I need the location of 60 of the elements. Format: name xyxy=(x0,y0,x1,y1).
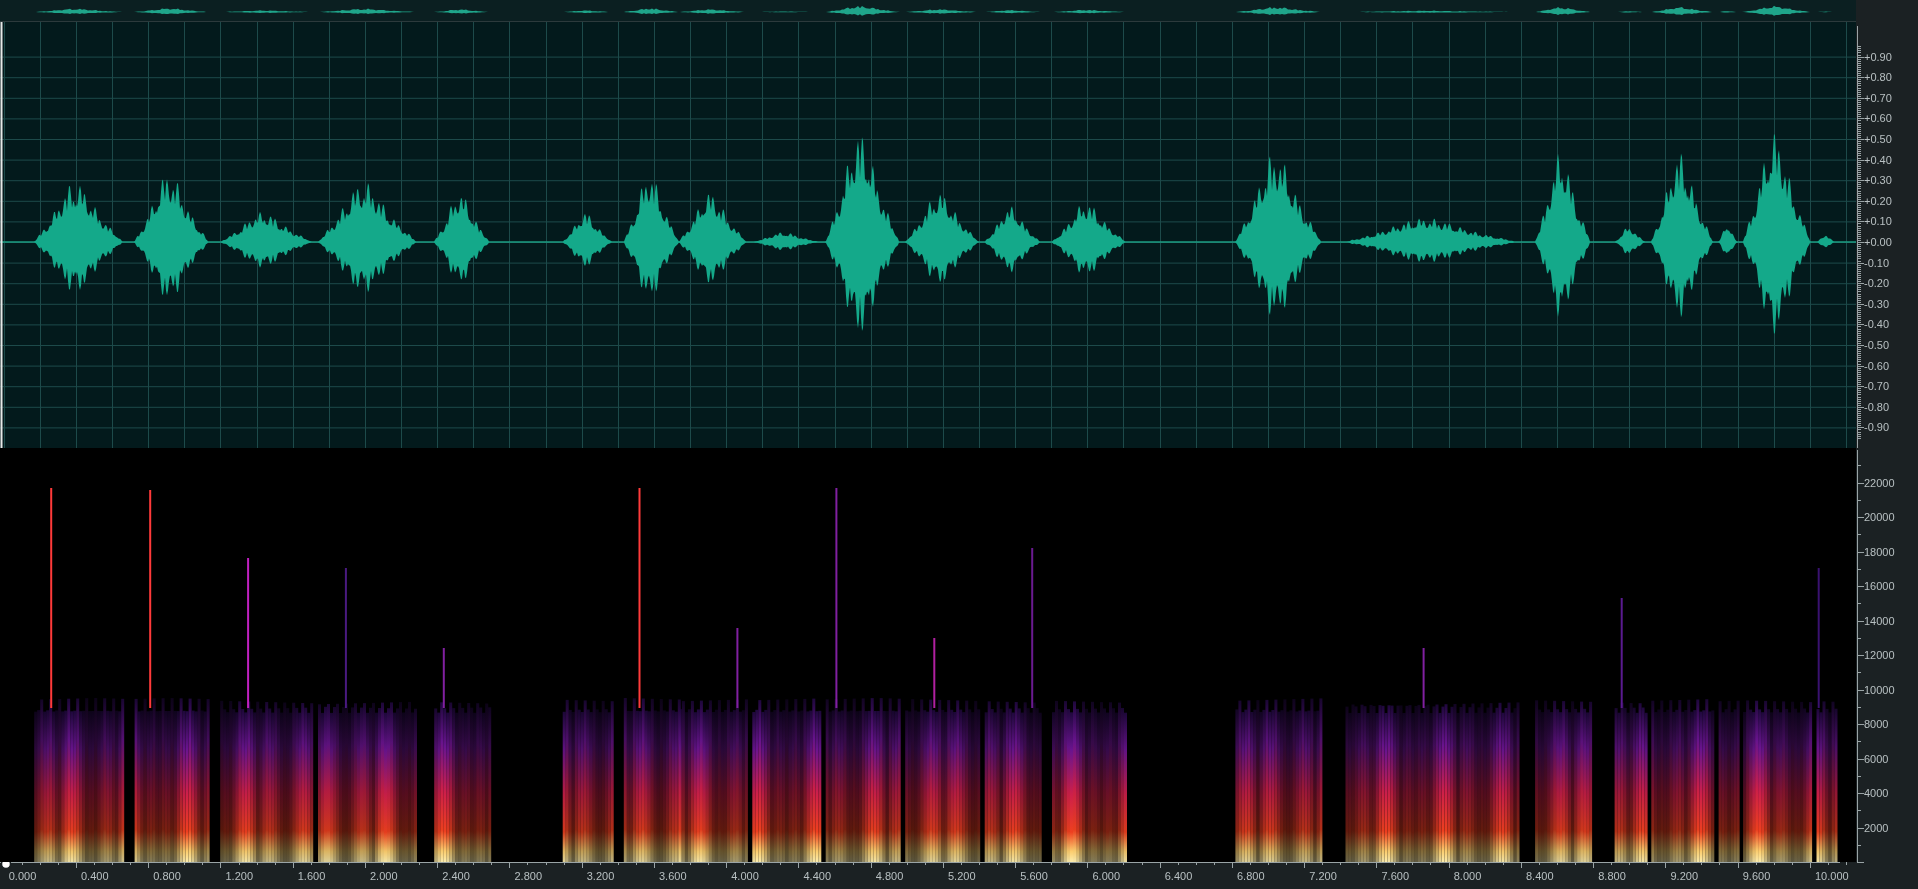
time-label: 10.000 xyxy=(1815,870,1849,883)
frequency-label: 4000 xyxy=(1864,787,1889,800)
amplitude-label: +0.60 xyxy=(1864,112,1892,126)
amplitude-label: -0.40 xyxy=(1864,318,1890,332)
time-label: 9.200 xyxy=(1670,870,1699,883)
amplitude-label: -0.10 xyxy=(1864,256,1890,270)
frequency-label: 22000 xyxy=(1864,476,1895,490)
amplitude-label: +0.40 xyxy=(1864,153,1892,167)
amplitude-label: -0.70 xyxy=(1864,380,1890,394)
time-label: 7.600 xyxy=(1381,870,1410,883)
time-label: 8.400 xyxy=(1526,870,1554,883)
time-label: 6.400 xyxy=(1164,870,1193,883)
time-label: 4.400 xyxy=(803,870,832,883)
time-label: 5.200 xyxy=(948,870,976,883)
amplitude-label: -0.60 xyxy=(1864,359,1890,373)
time-label: 2.000 xyxy=(370,870,398,883)
time-label: 0.800 xyxy=(153,870,181,883)
amplitude-label: +0.70 xyxy=(1864,91,1892,105)
frequency-label: 18000 xyxy=(1864,545,1895,559)
overview-strip[interactable] xyxy=(0,0,1856,22)
time-label: 0.000 xyxy=(8,870,37,883)
frequency-label: 14000 xyxy=(1864,614,1895,628)
time-label: 1.200 xyxy=(225,870,254,883)
frequency-label: 8000 xyxy=(1864,718,1889,731)
amplitude-label: +0.50 xyxy=(1864,132,1892,146)
playhead-marker[interactable] xyxy=(0,862,12,870)
frequency-label: 10000 xyxy=(1864,683,1895,697)
frequency-label: 12000 xyxy=(1864,649,1895,662)
amplitude-label: +0.80 xyxy=(1864,71,1892,85)
frequency-label: 20000 xyxy=(1864,511,1895,524)
time-label: 1.600 xyxy=(297,870,326,883)
time-label: 5.600 xyxy=(1020,870,1048,883)
amplitude-label: -0.80 xyxy=(1864,400,1890,414)
time-label: 2.400 xyxy=(442,870,470,883)
time-label: 4.000 xyxy=(731,870,759,883)
playhead-line[interactable] xyxy=(0,22,3,448)
amplitude-label: +0.10 xyxy=(1864,215,1892,229)
amplitude-label: -0.50 xyxy=(1864,338,1890,352)
amplitude-label: +0.20 xyxy=(1864,194,1892,208)
frequency-label: 16000 xyxy=(1864,580,1895,593)
time-label: 4.800 xyxy=(875,870,904,883)
time-label: 7.200 xyxy=(1309,870,1337,883)
time-label: 2.800 xyxy=(514,870,543,883)
amplitude-label: +0.00 xyxy=(1864,235,1892,249)
time-label: 8.000 xyxy=(1453,870,1482,883)
time-label: 8.800 xyxy=(1598,870,1626,883)
frequency-label: 6000 xyxy=(1864,752,1889,766)
amplitude-label: +0.30 xyxy=(1864,174,1892,188)
amplitude-label: +0.90 xyxy=(1864,50,1892,64)
time-label: 3.600 xyxy=(659,870,687,883)
time-label: 6.000 xyxy=(1092,870,1121,883)
time-label: 6.800 xyxy=(1237,870,1265,883)
amplitude-label: -0.90 xyxy=(1864,421,1890,435)
amplitude-label: -0.20 xyxy=(1864,277,1890,291)
time-label: 0.400 xyxy=(81,870,109,883)
time-label: 9.600 xyxy=(1742,870,1771,883)
time-label: 3.200 xyxy=(586,870,615,883)
frequency-label: 2000 xyxy=(1864,821,1889,835)
waveform-panel[interactable] xyxy=(0,22,1856,448)
amplitude-label: -0.30 xyxy=(1864,297,1890,311)
